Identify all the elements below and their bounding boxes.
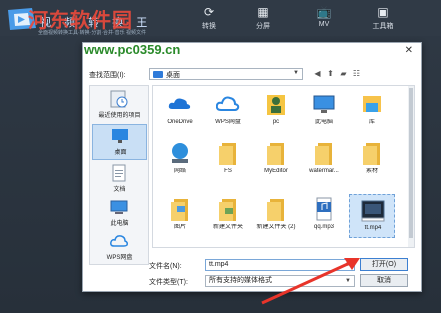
- tab-split-screen[interactable]: ▦ 分屏: [243, 4, 283, 34]
- place-documents[interactable]: 文档: [92, 162, 147, 198]
- file-label: pc: [272, 119, 280, 125]
- view-menu-icon[interactable]: ☷: [351, 68, 362, 80]
- folder-icon: [363, 143, 380, 165]
- computer-icon: [313, 95, 335, 113]
- file-item-pc[interactable]: pc: [253, 89, 299, 133]
- place-label: 最近使用的项目: [98, 113, 141, 119]
- filename-input[interactable]: tt.mp4 ▼: [205, 259, 355, 271]
- close-icon[interactable]: ✕: [405, 45, 413, 56]
- documents-icon: [112, 164, 126, 182]
- grid-icon: ▦: [257, 5, 269, 19]
- file-label: 此电脑: [314, 119, 333, 125]
- look-in-value: 桌面: [166, 72, 180, 79]
- audio-file-icon: [316, 197, 332, 221]
- tab-mv[interactable]: 📺 MV: [304, 4, 344, 34]
- file-label: 图片: [173, 224, 186, 230]
- tab-label: 转换: [202, 23, 216, 30]
- tab-label: 分屏: [256, 23, 270, 30]
- file-item-network[interactable]: 网络: [157, 138, 203, 182]
- onedrive-icon: [168, 98, 191, 109]
- place-label: WPS网盘: [106, 255, 133, 261]
- open-button[interactable]: 打开(O): [360, 258, 408, 271]
- video-file-icon: [361, 200, 385, 222]
- tab-toolbox[interactable]: ▣ 工具箱: [363, 4, 403, 34]
- file-label: 库: [368, 119, 375, 125]
- folder-icon: [219, 199, 236, 221]
- place-label: 文档: [113, 187, 126, 193]
- file-list: OneDrive WPS网盘 pc 此电脑 库 网络 FS MyEditor w…: [152, 85, 415, 248]
- user-folder-icon: [267, 95, 285, 115]
- tab-label: 工具箱: [372, 23, 394, 30]
- places-bar: 最近使用的项目 桌面 文档 此电脑 WPS网盘: [89, 85, 149, 265]
- folder-icon: [171, 199, 188, 221]
- file-label: 新建文件夹 (2): [256, 224, 296, 230]
- file-item-new-folder-2[interactable]: 新建文件夹 (2): [253, 194, 299, 238]
- file-item-tt-mp4[interactable]: tt.mp4: [349, 194, 395, 238]
- file-item-new-folder[interactable]: 新建文件夹: [205, 194, 251, 238]
- toolbox-icon: ▣: [377, 5, 389, 19]
- file-label: 素材: [365, 168, 378, 174]
- desktop-icon: [112, 129, 128, 143]
- cloud-icon: [110, 235, 128, 247]
- up-folder-icon[interactable]: ⬆: [325, 68, 336, 80]
- file-label: MyEditor: [264, 168, 288, 174]
- folder-icon: [267, 143, 284, 165]
- place-label: 桌面: [114, 150, 127, 156]
- tab-convert[interactable]: ⟳ 转换: [189, 4, 229, 34]
- folder-icon: [153, 71, 163, 78]
- filename-label: 文件名(N):: [149, 263, 182, 270]
- folder-icon: [267, 199, 284, 221]
- filetype-value: 所有支持的媒体格式: [209, 277, 272, 284]
- this-pc-icon: [110, 200, 128, 214]
- file-item-assets[interactable]: 素材: [349, 138, 395, 182]
- file-label: 新建文件夹: [212, 224, 243, 230]
- look-in-select[interactable]: 桌面 ▼: [149, 68, 303, 80]
- filetype-label: 文件类型(T):: [149, 279, 188, 286]
- cancel-button[interactable]: 取消: [360, 274, 408, 287]
- file-item-watermark[interactable]: watermar...: [301, 138, 347, 182]
- file-label: tt.mp4: [364, 225, 382, 231]
- refresh-icon: ⟳: [203, 5, 215, 19]
- watermark-url: www.pc0359.cn: [84, 42, 181, 57]
- new-folder-icon[interactable]: ▰: [338, 68, 349, 80]
- file-item-onedrive[interactable]: OneDrive: [157, 89, 203, 133]
- file-label: 网络: [173, 168, 186, 174]
- filename-value: tt.mp4: [209, 261, 229, 268]
- network-icon: [172, 143, 188, 163]
- file-item-wps-cloud[interactable]: WPS网盘: [205, 89, 251, 133]
- file-label: qq.mp3: [313, 224, 334, 230]
- scrollbar[interactable]: [408, 86, 414, 247]
- chevron-down-icon[interactable]: ▼: [345, 260, 351, 270]
- file-item-pictures[interactable]: 图片: [157, 194, 203, 238]
- file-label: OneDrive: [167, 119, 193, 125]
- place-desktop[interactable]: 桌面: [92, 124, 147, 160]
- file-label: FS: [224, 168, 232, 174]
- folder-icon: [315, 143, 332, 165]
- file-item-fs[interactable]: FS: [205, 138, 251, 182]
- filetype-select[interactable]: 所有支持的媒体格式 ▼: [205, 275, 355, 287]
- open-file-dialog: ✕ 查找范围(I): 桌面 ▼ ◀ ⬆ ▰ ☷ 最近使用的项目 桌面 文档 此电…: [82, 42, 422, 292]
- file-item-qq-mp3[interactable]: qq.mp3: [301, 194, 347, 238]
- folder-icon: [219, 143, 236, 165]
- tab-label: MV: [318, 21, 330, 28]
- place-recent[interactable]: 最近使用的项目: [92, 88, 147, 124]
- place-wps-cloud[interactable]: WPS网盘: [92, 230, 147, 266]
- back-icon[interactable]: ◀: [312, 68, 323, 80]
- recent-icon: [110, 90, 128, 108]
- file-label: WPS网盘: [215, 119, 241, 125]
- library-icon: [363, 96, 381, 112]
- place-this-pc[interactable]: 此电脑: [92, 196, 147, 232]
- file-item-myeditor[interactable]: MyEditor: [253, 138, 299, 182]
- chevron-down-icon: ▼: [345, 278, 351, 284]
- look-in-label: 查找范围(I):: [89, 72, 126, 79]
- file-item-library[interactable]: 库: [349, 89, 395, 133]
- wps-cloud-icon: [216, 96, 240, 111]
- file-label: watermar...: [309, 168, 339, 174]
- file-item-this-pc[interactable]: 此电脑: [301, 89, 347, 133]
- scrollbar-thumb[interactable]: [409, 88, 413, 238]
- tv-icon: 📺: [316, 5, 332, 19]
- place-label: 此电脑: [110, 221, 129, 227]
- chevron-down-icon: ▼: [293, 70, 299, 76]
- watermark-brand: 河东软件园: [28, 10, 133, 32]
